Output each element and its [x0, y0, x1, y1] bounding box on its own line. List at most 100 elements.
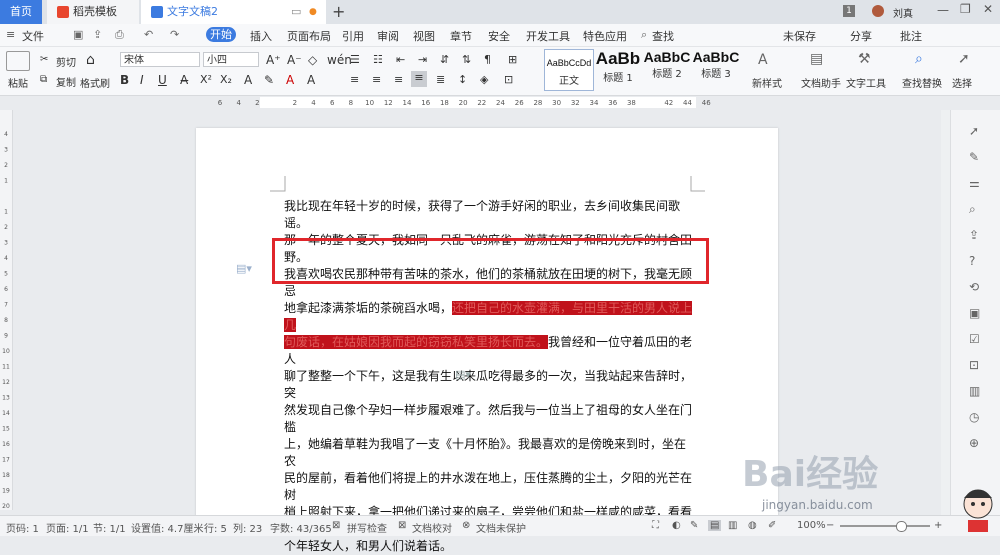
file-menu[interactable]: 文件: [22, 28, 44, 44]
menu-review[interactable]: 审阅: [377, 28, 399, 44]
zoom-slider-handle[interactable]: [896, 521, 907, 532]
paragraph-menu-icon[interactable]: ▤▾: [236, 262, 252, 275]
select-icon[interactable]: ➚: [958, 51, 970, 67]
zoom-level[interactable]: 100%: [797, 520, 826, 531]
distribute-icon[interactable]: ≣: [436, 73, 445, 86]
edit-mode-icon[interactable]: ✎: [690, 520, 698, 531]
search-icon[interactable]: ⌕: [641, 28, 647, 42]
menu-references[interactable]: 引用: [342, 28, 364, 44]
text-tools-button[interactable]: 文字工具: [846, 75, 886, 90]
align-right-icon[interactable]: ≡: [394, 73, 403, 86]
font-name-select[interactable]: 宋体: [120, 52, 200, 67]
save-icon[interactable]: ▣: [73, 28, 83, 41]
vertical-scrollbar[interactable]: [941, 110, 950, 515]
new-style-icon[interactable]: A: [758, 52, 768, 68]
page-view-icon[interactable]: ▤: [708, 520, 722, 531]
cut-button[interactable]: 剪切: [56, 54, 76, 69]
numbering-icon[interactable]: ☷: [373, 53, 383, 66]
web-view-icon[interactable]: ◍: [748, 520, 757, 531]
template-icon[interactable]: ▣: [969, 306, 980, 320]
paste-options-icon[interactable]: ▤▾: [455, 368, 471, 381]
sort-icon[interactable]: ⇅: [462, 53, 471, 66]
user-name[interactable]: 刘真: [893, 5, 913, 20]
zoom-in-icon[interactable]: +: [934, 520, 942, 531]
superscript-icon[interactable]: X²: [200, 73, 212, 86]
text-effect-icon[interactable]: A: [244, 73, 252, 87]
recent-icon[interactable]: ◷: [969, 410, 979, 424]
library-icon[interactable]: ▥: [969, 384, 980, 398]
tab-start[interactable]: 开始: [206, 27, 236, 42]
menu-features[interactable]: 特色应用: [583, 28, 627, 44]
tab-template[interactable]: 稻壳模板: [47, 0, 139, 24]
protect-icon[interactable]: ⊗: [462, 520, 470, 531]
outline-view-icon[interactable]: ▥: [728, 520, 737, 531]
new-style-button[interactable]: 新样式: [752, 75, 782, 90]
doc-assistant-icon[interactable]: ▤: [810, 51, 823, 67]
align-left-icon[interactable]: ≡: [350, 73, 359, 86]
find-replace-icon[interactable]: ⌕: [915, 51, 923, 67]
search-panel-icon[interactable]: ⌕: [969, 202, 976, 217]
avatar[interactable]: [872, 5, 884, 17]
style-heading-2[interactable]: AaBbC 标题 2: [643, 49, 691, 89]
doc-assistant-button[interactable]: 文档助手: [801, 75, 841, 90]
pinyin-icon[interactable]: wén: [327, 53, 352, 67]
restore-icon[interactable]: ❐: [960, 2, 971, 16]
bullets-icon[interactable]: ☰: [350, 53, 360, 66]
close-icon[interactable]: ✕: [983, 2, 993, 16]
proofread-button[interactable]: 文档校对: [412, 520, 452, 535]
translate-icon[interactable]: ⊡: [969, 358, 979, 372]
menu-view[interactable]: 视图: [413, 28, 435, 44]
bold-icon[interactable]: B: [120, 73, 129, 87]
highlight-color-icon[interactable]: ✎: [264, 73, 274, 87]
proofread-icon[interactable]: ⊠: [398, 520, 406, 531]
style-normal[interactable]: AaBbCcDd 正文: [544, 49, 594, 91]
zoom-slider[interactable]: [840, 525, 930, 527]
menu-chapter[interactable]: 章节: [450, 28, 472, 44]
format-painter-button[interactable]: 格式刷: [80, 75, 110, 90]
justify-icon[interactable]: ≡: [411, 71, 427, 87]
menu-security[interactable]: 安全: [488, 28, 510, 44]
selected-text[interactable]: 句废话，在姑娘因我而起的窃窃私笑里扬长而去。: [284, 335, 549, 349]
copy-icon[interactable]: ⧉: [40, 74, 47, 85]
status-word-count[interactable]: 字数: 43/365: [270, 520, 332, 535]
share-button[interactable]: 分享: [850, 28, 872, 44]
annotate-button[interactable]: 批注: [900, 28, 922, 44]
text-tools-icon[interactable]: ⚒: [858, 51, 871, 67]
pen-icon[interactable]: ✎: [969, 150, 979, 164]
review-icon[interactable]: ☑: [969, 332, 980, 346]
new-tab-button[interactable]: +: [332, 2, 345, 21]
monitor-icon[interactable]: ▭: [291, 0, 301, 24]
spell-check-button[interactable]: 拼写检查: [347, 520, 387, 535]
table-icon[interactable]: ⊞: [508, 53, 517, 66]
show-marks-icon[interactable]: ¶: [484, 53, 491, 66]
menu-page-layout[interactable]: 页面布局: [287, 28, 331, 44]
write-mode-icon[interactable]: ✐: [768, 520, 776, 531]
font-color-icon[interactable]: A: [286, 73, 294, 87]
find-replace-button[interactable]: 查找替换: [902, 75, 942, 90]
hamburger-icon[interactable]: ≡: [6, 28, 15, 41]
redo-icon[interactable]: ↷: [170, 28, 179, 41]
line-spacing-icon[interactable]: ↕: [458, 73, 467, 86]
cut-icon[interactable]: ✂: [40, 54, 48, 65]
spell-check-icon[interactable]: ⊠: [332, 520, 340, 531]
collapse-icon[interactable]: ⊕: [969, 436, 979, 450]
char-border-icon[interactable]: A: [307, 73, 315, 87]
eye-protect-icon[interactable]: ◐: [672, 520, 681, 531]
align-center-icon[interactable]: ≡: [372, 73, 381, 86]
shading-icon[interactable]: ◈: [480, 73, 488, 86]
export-icon[interactable]: ⇪: [93, 28, 102, 41]
shrink-font-icon[interactable]: A⁻: [287, 53, 302, 67]
italic-icon[interactable]: I: [140, 73, 144, 87]
share-panel-icon[interactable]: ⇪: [969, 228, 979, 242]
increase-indent-icon[interactable]: ⇥: [418, 53, 427, 66]
underline-icon[interactable]: U: [158, 73, 167, 87]
help-icon[interactable]: ?: [969, 254, 975, 268]
minimize-icon[interactable]: —: [937, 3, 949, 17]
protect-button[interactable]: 文档未保护: [476, 520, 526, 535]
tab-document[interactable]: 文字文稿2 ▭ ●: [141, 0, 326, 24]
font-size-select[interactable]: 小四: [203, 52, 259, 67]
borders-icon[interactable]: ⊡: [504, 73, 513, 86]
select-button[interactable]: 选择: [952, 75, 972, 90]
strikethrough-icon[interactable]: A̶: [180, 73, 188, 87]
clear-format-icon[interactable]: ◇: [308, 53, 317, 67]
